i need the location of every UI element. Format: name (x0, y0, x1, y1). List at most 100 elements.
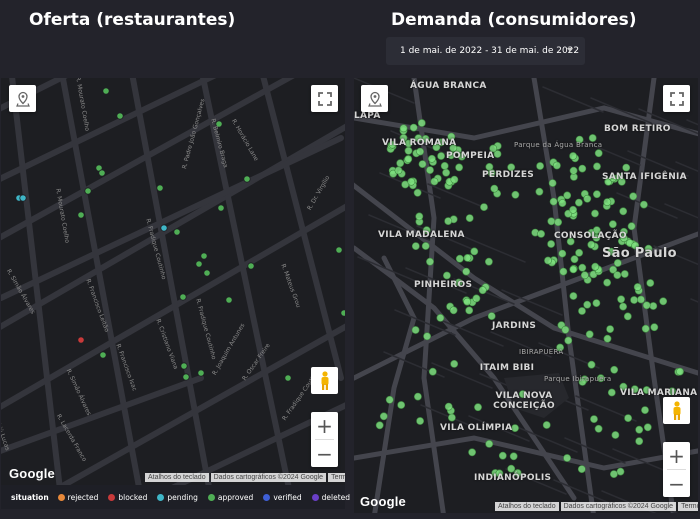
street (664, 203, 698, 219)
consumer-point (569, 152, 577, 160)
fullscreen-icon (317, 91, 332, 106)
consumer-point (487, 312, 496, 320)
consumer-point (608, 220, 617, 229)
consumer-point (583, 300, 592, 309)
consumer-point (418, 160, 427, 168)
consumer-point (569, 166, 578, 175)
supply-panel-title: Oferta (restaurantes) (29, 10, 236, 30)
restaurant-point (77, 336, 85, 344)
consumer-point (619, 207, 628, 216)
place-label: VILA ROMANA (382, 138, 457, 148)
consumer-point (559, 267, 568, 276)
place-label: POMPEIA (446, 151, 495, 161)
consumer-point (580, 271, 589, 280)
restaurant-point (173, 228, 181, 236)
consumer-point (490, 184, 499, 193)
consumer-point (591, 262, 600, 271)
restaurant-point (243, 175, 251, 183)
zoom-in-button[interactable]: + (311, 412, 338, 439)
terms-link[interactable]: Termos (678, 502, 698, 511)
locate-button[interactable] (361, 85, 388, 112)
consumer-point (444, 402, 453, 411)
legend-swatch (263, 493, 271, 501)
fullscreen-button[interactable] (311, 85, 338, 112)
consumer-point (603, 278, 611, 287)
consumer-point (455, 163, 463, 172)
place-label: VILA OLÍMPIA (440, 423, 513, 433)
legend-item-deleted[interactable]: deleted (311, 493, 350, 502)
consumer-point (547, 217, 556, 226)
consumer-point (578, 164, 587, 173)
demand-map[interactable]: ÁGUA BRANCA LAPA VILA ROMANA POMPEIA PERDIZE… (354, 78, 698, 513)
legend-item-blocked[interactable]: blocked (108, 493, 147, 502)
restaurant-point (98, 169, 106, 177)
place-label: LAPA (354, 111, 381, 121)
consumer-point (650, 323, 659, 332)
place-label: BOM RETIRO (604, 124, 671, 134)
street (260, 78, 344, 381)
place-label: JARDINS (492, 321, 537, 331)
keyboard-shortcuts-link[interactable]: Atalhos do teclado (145, 473, 209, 482)
street-view-pegman-icon (673, 400, 680, 420)
consumer-point (607, 388, 616, 397)
place-label: São Paulo (602, 246, 677, 261)
legend-item-approved[interactable]: approved (207, 493, 253, 502)
locate-button[interactable] (9, 85, 36, 112)
consumer-point (440, 162, 449, 170)
consumer-point (620, 270, 629, 278)
street-view-button[interactable] (663, 397, 690, 424)
legend-item-rejected[interactable]: rejected (57, 493, 98, 502)
place-label: VILA MADALENA (378, 230, 465, 240)
consumer-point (463, 297, 472, 306)
consumer-point (637, 295, 645, 304)
consumer-point (569, 292, 578, 300)
legend-label: pending (167, 492, 198, 502)
consumer-point (676, 367, 684, 376)
restaurant-point (19, 194, 27, 202)
restaurant-point (197, 369, 205, 377)
place-label: IBIRAPUERA (519, 348, 564, 356)
consumer-point (472, 294, 481, 303)
zoom-control: + − (663, 442, 690, 497)
consumer-point (478, 286, 487, 295)
consumer-point (465, 306, 474, 315)
consumer-point (474, 403, 482, 412)
legend-item-pending[interactable]: pending (157, 493, 198, 502)
legend-label: verified (273, 492, 302, 502)
restaurant-point (217, 204, 225, 212)
consumer-point (591, 209, 599, 218)
place-label: ÁGUA BRANCA (410, 81, 487, 91)
consumer-point (575, 248, 583, 257)
consumer-point (507, 464, 516, 473)
supply-map[interactable]: R. Mourato Coelho R. Mourato Coelho R. Sim… (1, 78, 345, 485)
map-data-text: Dados cartográficos ©2024 Google (210, 473, 327, 482)
consumer-point (442, 168, 450, 177)
consumer-point (450, 175, 459, 184)
legend-item-verified[interactable]: verified (263, 492, 302, 502)
keyboard-shortcuts-link[interactable]: Atalhos do teclado (495, 502, 559, 511)
consumer-point (421, 242, 430, 250)
restaurant-point (116, 112, 124, 120)
place-label: SANTA IFIGÊNIA (602, 172, 687, 182)
consumer-point (624, 414, 632, 422)
consumer-point (375, 421, 384, 430)
zoom-out-button[interactable]: − (663, 470, 690, 497)
consumer-point (498, 451, 507, 460)
date-range-value: 1 de mai. de 2022 - 31 de mai. de 2022 (400, 46, 580, 56)
street-view-button[interactable] (311, 367, 338, 394)
google-logo: Google (9, 466, 55, 481)
consumer-point (480, 203, 488, 212)
place-label: Parque da Água Branca (514, 141, 603, 149)
fullscreen-button[interactable] (663, 85, 690, 112)
restaurant-point (84, 187, 92, 195)
terms-link[interactable]: Termos (328, 473, 345, 482)
fullscreen-icon (669, 91, 684, 106)
zoom-in-button[interactable]: + (663, 442, 690, 469)
consumer-point (563, 191, 572, 200)
consumer-point (536, 162, 544, 170)
consumer-point (592, 190, 601, 199)
zoom-out-button[interactable]: − (311, 440, 338, 467)
consumer-point (463, 253, 472, 262)
consumer-point (416, 417, 424, 425)
date-range-select[interactable]: 1 de mai. de 2022 - 31 de mai. de 2022 (386, 37, 585, 65)
